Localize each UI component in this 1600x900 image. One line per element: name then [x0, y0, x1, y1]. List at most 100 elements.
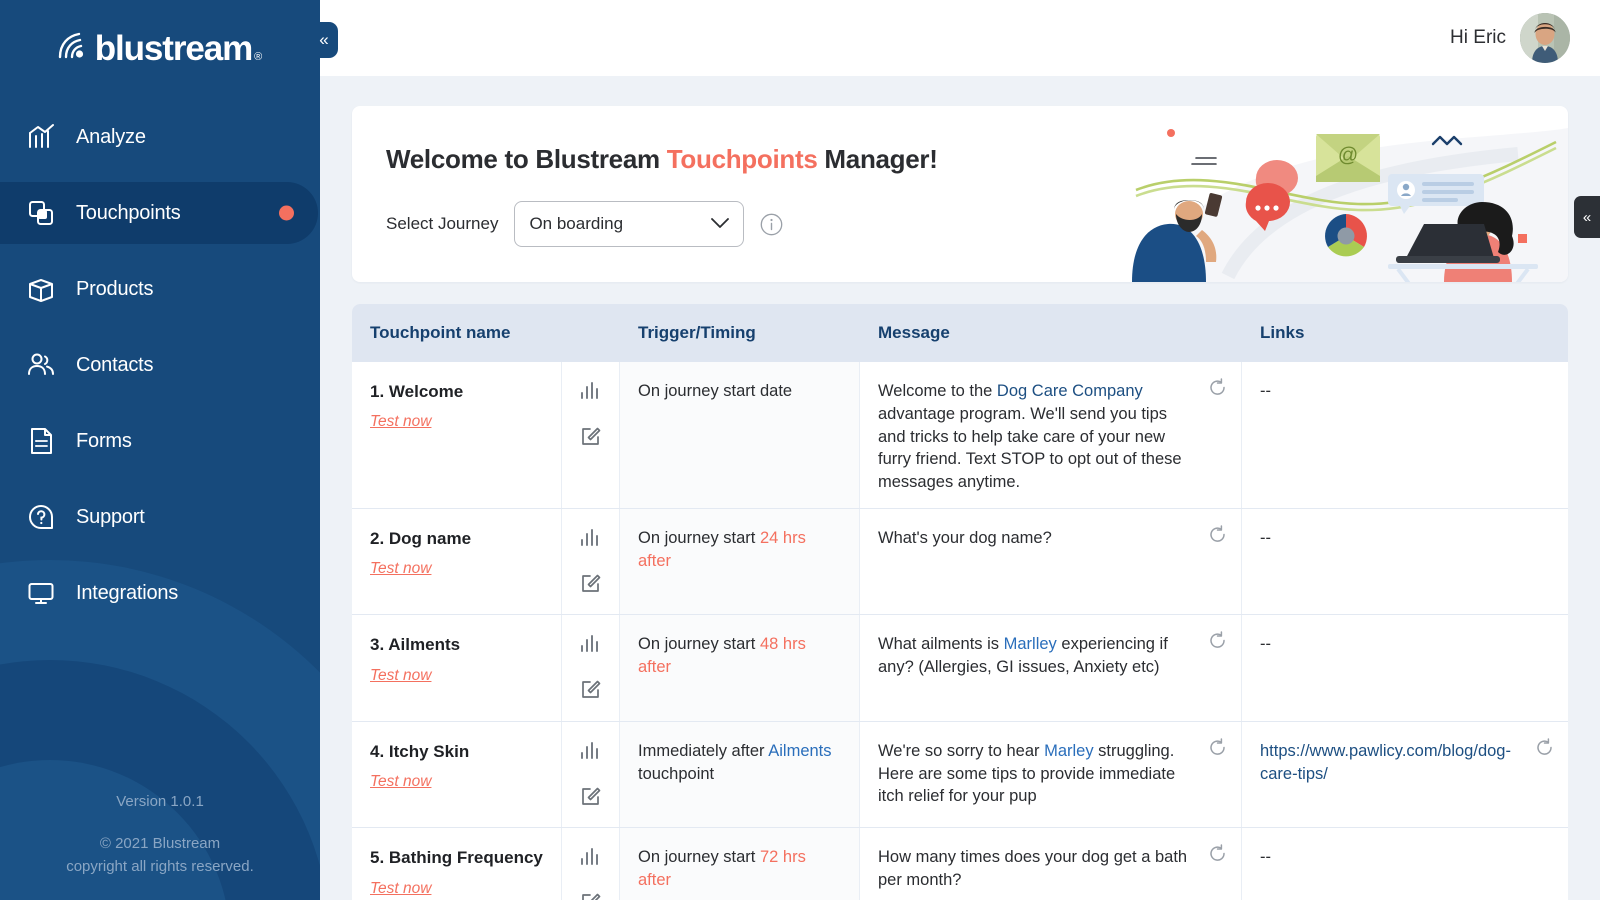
sidebar-item-touchpoints[interactable]: Touchpoints: [0, 182, 318, 244]
bar-chart-icon[interactable]: [580, 527, 602, 554]
sidebar-item-analyze[interactable]: Analyze: [0, 106, 320, 168]
copyright-line-2: copyright all rights reserved.: [66, 857, 254, 875]
trigger-reference-link[interactable]: Ailments: [768, 742, 831, 760]
main-area: Hi Eric @ Welcome to Blustream Touchpoin…: [320, 0, 1600, 900]
message-text: How many times does your dog get a bath …: [878, 848, 1188, 890]
empty-link-value: --: [1260, 635, 1271, 654]
cell-touchpoint-name: 3. Ailments Test now: [352, 615, 562, 721]
bar-chart-icon[interactable]: [580, 380, 602, 407]
trigger-text: On journey start: [638, 635, 760, 654]
touchpoint-name-text: 2. Dog name: [370, 528, 472, 548]
cell-message: Welcome to the Dog Care Company advantag…: [860, 362, 1242, 508]
edit-pencil-icon[interactable]: [580, 572, 602, 601]
table-row: 3. Ailments Test now On journey start 48…: [352, 615, 1568, 722]
registered-mark: ®: [254, 50, 263, 63]
journey-selector-row: Select Journey On boarding: [386, 201, 1568, 247]
cell-row-actions: [562, 828, 620, 900]
sidebar-item-label: Integrations: [76, 581, 179, 604]
test-now-link[interactable]: Test now: [370, 665, 431, 686]
message-text: What ailments is: [878, 635, 1004, 654]
edit-pencil-icon[interactable]: [580, 425, 602, 454]
topbar: Hi Eric: [320, 0, 1600, 76]
chart-line-icon: [26, 122, 56, 152]
touchpoint-name-text: 3. Ailments: [370, 635, 461, 655]
edit-pencil-icon[interactable]: [580, 678, 602, 707]
cell-links: --: [1242, 508, 1568, 615]
sidebar-footer: Version 1.0.1 © 2021 Blustream copyright…: [0, 790, 320, 878]
cell-links: https://www.pawlicy.com/blog/dog-care-ti…: [1242, 721, 1568, 828]
bar-chart-icon[interactable]: [580, 633, 602, 660]
message-text: We're so sorry to hear: [878, 741, 1045, 760]
chevron-double-left-icon: «: [1582, 208, 1592, 226]
document-list-icon: [26, 426, 56, 456]
sidebar-item-label: Contacts: [76, 353, 154, 376]
trigger-text-tail: touchpoint: [638, 764, 715, 783]
sidebar-item-label: Analyze: [76, 125, 146, 148]
bar-chart-icon[interactable]: [580, 846, 602, 873]
table-row: 4. Itchy Skin Test now Immediately after…: [352, 721, 1568, 829]
cell-message: We're so sorry to hear Marley struggling…: [860, 721, 1242, 828]
users-icon: [26, 350, 56, 380]
trigger-text: On journey start date: [638, 382, 793, 400]
info-circle-icon[interactable]: [760, 213, 783, 236]
table-row: 2. Dog name Test now On journey start 24…: [352, 508, 1568, 616]
sidebar-item-support[interactable]: Support: [0, 486, 320, 548]
test-now-link[interactable]: Test now: [370, 878, 431, 899]
cell-message: What's your dog name?: [860, 508, 1242, 615]
touchpoints-table: Touchpoint name Trigger/Timing Message L…: [352, 304, 1568, 900]
refresh-icon[interactable]: [1208, 525, 1227, 544]
sidebar-collapse-button[interactable]: «: [310, 22, 338, 58]
test-now-link[interactable]: Test now: [370, 558, 431, 579]
refresh-icon[interactable]: [1208, 631, 1227, 650]
message-text: Welcome to the: [878, 382, 997, 400]
banner-title-prefix: Welcome to Blustream: [386, 144, 667, 174]
app-root: blustream ® Analyze Touchpoints Products…: [0, 0, 1600, 900]
table-row: 5. Bathing Frequency Test now On journey…: [352, 828, 1568, 900]
refresh-icon[interactable]: [1208, 378, 1227, 397]
cell-touchpoint-name: 2. Dog name Test now: [352, 508, 562, 615]
message-entity-link[interactable]: Dog Care Company: [997, 382, 1143, 400]
sidebar-item-products[interactable]: Products: [0, 258, 320, 320]
bar-chart-icon[interactable]: [580, 740, 602, 767]
message-text: What's your dog name?: [878, 528, 1052, 547]
copyright-line-1: © 2021 Blustream: [99, 834, 221, 852]
sidebar-item-label: Support: [76, 505, 145, 528]
message-token[interactable]: Marley: [1044, 742, 1094, 760]
brand-logo[interactable]: blustream ®: [0, 0, 320, 96]
test-now-link[interactable]: Test now: [370, 411, 431, 432]
notification-dot: [279, 205, 294, 221]
column-header-message: Message: [878, 323, 950, 342]
edit-pencil-icon[interactable]: [580, 785, 602, 814]
avatar[interactable]: [1520, 13, 1570, 63]
sidebar-item-integrations[interactable]: Integrations: [0, 562, 320, 624]
refresh-icon[interactable]: [1208, 844, 1227, 863]
refresh-icon[interactable]: [1208, 738, 1227, 757]
select-journey-label: Select Journey: [386, 214, 499, 233]
layers-icon: [26, 198, 56, 228]
journey-select-value: On boarding: [529, 214, 624, 233]
cell-row-actions: [562, 362, 620, 508]
question-help-icon: [26, 502, 56, 532]
sidebar-item-label: Products: [76, 277, 154, 300]
cell-touchpoint-name: 5. Bathing Frequency Test now: [352, 828, 562, 900]
cell-links: --: [1242, 828, 1568, 900]
edit-pencil-icon[interactable]: [580, 891, 602, 900]
sidebar-nav: Analyze Touchpoints Products Contacts Fo…: [0, 106, 320, 624]
column-header-links: Links: [1260, 323, 1305, 342]
banner-title-suffix: Manager!: [817, 144, 938, 174]
sidebar-item-forms[interactable]: Forms: [0, 410, 320, 472]
sidebar-item-contacts[interactable]: Contacts: [0, 334, 320, 396]
table-row: 1. Welcome Test now On journey start dat…: [352, 362, 1568, 509]
right-panel-toggle[interactable]: «: [1574, 196, 1600, 238]
welcome-banner: @ Welcome to Blustream Touchpoints Manag…: [352, 106, 1568, 282]
content-wrap: @ Welcome to Blustream Touchpoints Manag…: [320, 76, 1600, 900]
cell-trigger-timing: Immediately after Ailments touchpoint: [620, 721, 860, 828]
test-now-link[interactable]: Test now: [370, 771, 431, 792]
touchpoint-url-link[interactable]: https://www.pawlicy.com/blog/dog-care-ti…: [1260, 742, 1511, 783]
message-token[interactable]: Marlley: [1004, 635, 1057, 653]
sidebar: blustream ® Analyze Touchpoints Products…: [0, 0, 320, 900]
journey-select[interactable]: On boarding: [514, 201, 745, 247]
table-body: 1. Welcome Test now On journey start dat…: [352, 362, 1568, 900]
cell-links: --: [1242, 615, 1568, 721]
refresh-icon[interactable]: [1535, 738, 1554, 757]
